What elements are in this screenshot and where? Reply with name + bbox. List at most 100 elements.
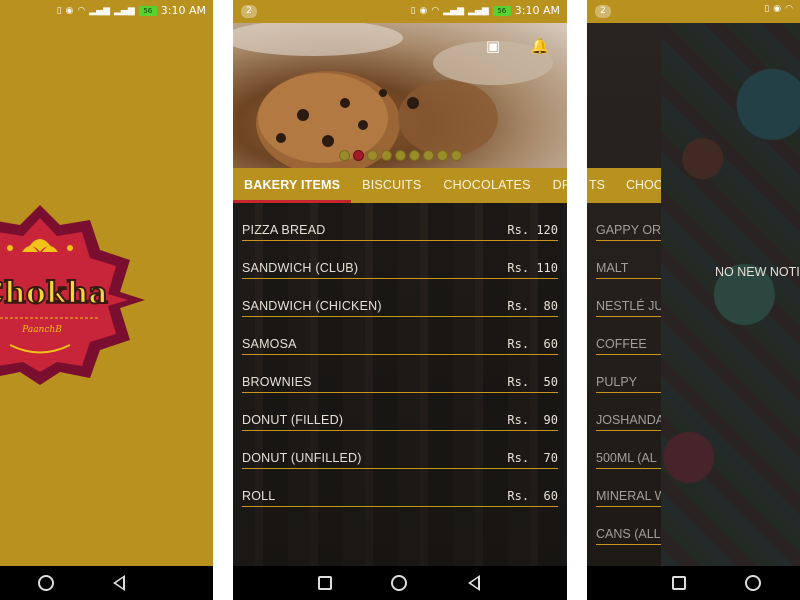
- menu-item-name: SAMOSA: [242, 337, 297, 351]
- cookie-image: [233, 23, 553, 168]
- menu-item-row[interactable]: BROWNIES Rs. 50: [242, 355, 558, 393]
- carousel-dot[interactable]: [381, 150, 392, 161]
- battery-icon: 56: [138, 5, 157, 16]
- vibrate-icon: ▯: [410, 5, 416, 16]
- status-bar: 2 ▯ ◉ ◠: [587, 0, 800, 23]
- menu-item-name: MINERAL W: [596, 489, 661, 503]
- carousel-dot[interactable]: [353, 150, 364, 161]
- screenshot-collage: ▯ ◉ ◠ ▂▄▆ ▂▄▆ 56 3:10 AM Chokha PaanchB: [0, 0, 800, 600]
- menu-item-row[interactable]: JOSHANDA: [596, 393, 661, 431]
- notification-count-badge: 2: [241, 5, 257, 18]
- carousel-dot[interactable]: [409, 150, 420, 161]
- menu-item-name: CANS (ALL): [596, 527, 661, 541]
- signal-icon: ▂▄▆: [468, 5, 489, 16]
- logo-text: Chokha: [0, 276, 108, 311]
- menu-item-name: 500ML (AL: [596, 451, 657, 465]
- notifications-screen: 2 ▯ ◉ ◠ TS CHOC GAPPY ORA MALT NESTLÉ JUI C…: [587, 0, 800, 600]
- status-bar: 2 ▯ ◉ ◠ ▂▄▆ ▂▄▆ 56 3:10 AM: [233, 0, 567, 23]
- brand-logo: Chokha PaanchB: [0, 200, 150, 385]
- logo-subtext: PaanchB: [21, 325, 62, 335]
- menu-item-name: BROWNIES: [242, 375, 312, 389]
- menu-item-name: SANDWICH (CHICKEN): [242, 299, 382, 313]
- menu-item-row[interactable]: SANDWICH (CLUB) Rs. 110: [242, 241, 558, 279]
- recents-icon[interactable]: [318, 576, 332, 590]
- carousel-indicators: [339, 150, 462, 161]
- menu-item-name: PULPY: [596, 375, 637, 389]
- feedback-icon[interactable]: ▣: [483, 37, 503, 57]
- menu-item-name: JOSHANDA: [596, 413, 661, 427]
- vibrate-icon: ▯: [56, 5, 62, 16]
- menu-item-name: NESTLÉ JUI: [596, 299, 661, 313]
- menu-item-name: COFFEE: [596, 337, 647, 351]
- menu-item-row[interactable]: NESTLÉ JUI: [596, 279, 661, 317]
- menu-item-row[interactable]: MALT: [596, 241, 661, 279]
- status-bar: ▯ ◉ ◠ ▂▄▆ ▂▄▆ 56 3:10 AM: [0, 0, 213, 23]
- signal-icon: ▂▄▆: [89, 5, 111, 16]
- carousel-dot[interactable]: [437, 150, 448, 161]
- menu-item-row[interactable]: DONUT (FILLED) Rs. 90: [242, 393, 558, 431]
- menu-item-price: Rs. 110: [507, 261, 558, 275]
- menu-item-row[interactable]: PIZZA BREAD Rs. 120: [242, 203, 558, 241]
- menu-item-row[interactable]: MINERAL W: [596, 469, 661, 507]
- carousel-dot[interactable]: [339, 150, 350, 161]
- tab-label[interactable]: CHOC: [626, 168, 661, 203]
- tab-drinks[interactable]: DRINKS: [542, 168, 567, 203]
- menu-item-row[interactable]: DONUT (UNFILLED) Rs. 70: [242, 431, 558, 469]
- vibrate-icon: ▯: [764, 4, 770, 14]
- menu-item-row[interactable]: SANDWICH (CHICKEN) Rs. 80: [242, 279, 558, 317]
- menu-item-row[interactable]: SAMOSA Rs. 60: [242, 317, 558, 355]
- eye-icon: ◉: [773, 4, 782, 14]
- carousel-dot[interactable]: [423, 150, 434, 161]
- signal-icon: ▂▄▆: [114, 5, 135, 16]
- menu-item-price: Rs. 70: [507, 451, 558, 465]
- menu-item-price: Rs. 60: [507, 489, 558, 503]
- menu-item-name: MALT: [596, 261, 629, 275]
- carousel-dot[interactable]: [395, 150, 406, 161]
- home-icon[interactable]: [745, 575, 761, 591]
- eye-icon: ◉: [419, 5, 428, 16]
- nav-bar: [233, 566, 567, 600]
- nav-bar: [0, 566, 213, 600]
- menu-item-row[interactable]: PULPY: [596, 355, 661, 393]
- tab-label[interactable]: TS: [589, 168, 605, 203]
- menu-item-name: SANDWICH (CLUB): [242, 261, 359, 275]
- menu-item-name: ROLL: [242, 489, 276, 503]
- menu-item-name: DONUT (FILLED): [242, 413, 344, 427]
- wifi-icon: ◠: [431, 5, 440, 16]
- back-icon[interactable]: [113, 575, 125, 591]
- wifi-icon: ◠: [77, 5, 86, 16]
- menu-item-row[interactable]: CANS (ALL): [596, 507, 661, 545]
- tab-bakery-items[interactable]: BAKERY ITEMS: [233, 168, 352, 203]
- menu-screen: 2 ▯ ◉ ◠ ▂▄▆ ▂▄▆ 56 3:10 AM ▣ 🔔 BAKERY IT…: [233, 0, 567, 600]
- menu-item-row[interactable]: ROLL Rs. 60: [242, 469, 558, 507]
- home-icon[interactable]: [391, 575, 407, 591]
- menu-item-price: Rs. 120: [507, 223, 558, 237]
- empty-notifications-message: NO NEW NOTI: [715, 265, 800, 279]
- recents-icon[interactable]: [672, 576, 686, 590]
- tab-chocolates[interactable]: CHOCOLATES: [432, 168, 541, 203]
- menu-item-name: GAPPY ORA: [596, 223, 661, 237]
- menu-item-row[interactable]: GAPPY ORA: [596, 203, 661, 241]
- splash-screen: ▯ ◉ ◠ ▂▄▆ ▂▄▆ 56 3:10 AM Chokha PaanchB: [0, 0, 213, 600]
- promo-carousel[interactable]: ▣ 🔔: [233, 23, 567, 168]
- category-tabs: TS CHOC: [587, 168, 661, 203]
- menu-item-name: PIZZA BREAD: [242, 223, 326, 237]
- notifications-drawer[interactable]: [661, 23, 800, 566]
- menu-item-price: Rs. 50: [507, 375, 558, 389]
- home-icon[interactable]: [38, 575, 54, 591]
- category-tabs: BAKERY ITEMSBISCUITSCHOCOLATESDRINKS: [233, 168, 567, 203]
- menu-list: GAPPY ORA MALT NESTLÉ JUI COFFEE PULPY JOSHAN…: [596, 203, 661, 583]
- signal-icon: ▂▄▆: [443, 5, 465, 16]
- notification-bell-icon[interactable]: 🔔: [530, 37, 550, 57]
- menu-item-row[interactable]: 500ML (AL: [596, 431, 661, 469]
- carousel-dot[interactable]: [451, 150, 462, 161]
- nav-bar: [587, 566, 800, 600]
- status-time: 3:10 AM: [514, 4, 560, 17]
- carousel-dot[interactable]: [367, 150, 378, 161]
- status-time: 3:10 AM: [160, 4, 206, 17]
- back-icon[interactable]: [468, 575, 480, 591]
- wifi-icon: ◠: [785, 4, 793, 14]
- menu-item-row[interactable]: COFFEE: [596, 317, 661, 355]
- tab-biscuits[interactable]: BISCUITS: [351, 168, 432, 203]
- menu-item-price: Rs. 90: [507, 413, 558, 427]
